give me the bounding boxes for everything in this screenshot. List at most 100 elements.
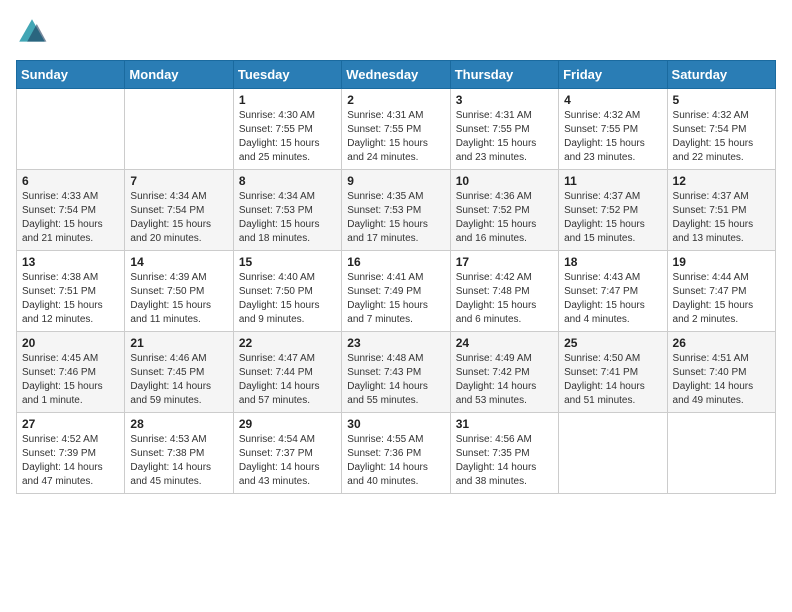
day-info: Sunrise: 4:43 AM Sunset: 7:47 PM Dayligh…: [564, 271, 661, 327]
day-number: 27: [22, 417, 119, 431]
page-header: [16, 16, 776, 48]
day-cell: 8 Sunrise: 4:34 AM Sunset: 7:53 PM Daylig…: [233, 170, 341, 251]
day-number: 22: [239, 336, 336, 350]
day-cell: 27 Sunrise: 4:52 AM Sunset: 7:39 PM Dayli…: [17, 413, 125, 494]
day-cell: 31 Sunrise: 4:56 AM Sunset: 7:35 PM Dayli…: [450, 413, 558, 494]
day-info: Sunrise: 4:52 AM Sunset: 7:39 PM Dayligh…: [22, 433, 119, 489]
day-cell: 9 Sunrise: 4:35 AM Sunset: 7:53 PM Daylig…: [342, 170, 450, 251]
day-cell: 13 Sunrise: 4:38 AM Sunset: 7:51 PM Dayli…: [17, 251, 125, 332]
day-number: 8: [239, 174, 336, 188]
day-cell: 28Sunrise: 4:53 AM Sunset: 7:38 PM Dayli…: [125, 413, 233, 494]
day-cell: 26 Sunrise: 4:51 AM Sunset: 7:40 PM Dayli…: [667, 332, 775, 413]
header-tuesday: Tuesday: [233, 61, 341, 89]
day-info: Sunrise: 4:42 AM Sunset: 7:48 PM Dayligh…: [456, 271, 553, 327]
day-cell: 1Sunrise: 4:30 AM Sunset: 7:55 PM Daylig…: [233, 89, 341, 170]
day-info: Sunrise: 4:36 AM Sunset: 7:52 PM Dayligh…: [456, 190, 553, 246]
day-cell: [125, 89, 233, 170]
day-info: Sunrise: 4:56 AM Sunset: 7:35 PM Dayligh…: [456, 433, 553, 489]
day-cell: 15 Sunrise: 4:40 AM Sunset: 7:50 PM Dayli…: [233, 251, 341, 332]
day-cell: 11 Sunrise: 4:37 AM Sunset: 7:52 PM Dayli…: [559, 170, 667, 251]
day-cell: 17Sunrise: 4:42 AM Sunset: 7:48 PM Dayli…: [450, 251, 558, 332]
day-info: Sunrise: 4:48 AM Sunset: 7:43 PM Dayligh…: [347, 352, 444, 408]
day-number: 16: [347, 255, 444, 269]
calendar: SundayMondayTuesdayWednesdayThursdayFrid…: [16, 60, 776, 494]
day-info: Sunrise: 4:50 AM Sunset: 7:41 PM Dayligh…: [564, 352, 661, 408]
week-row-5: 27 Sunrise: 4:52 AM Sunset: 7:39 PM Dayli…: [17, 413, 776, 494]
day-cell: 2 Sunrise: 4:31 AM Sunset: 7:55 PM Daylig…: [342, 89, 450, 170]
day-number: 31: [456, 417, 553, 431]
day-info: Sunrise: 4:55 AM Sunset: 7:36 PM Dayligh…: [347, 433, 444, 489]
day-number: 5: [673, 93, 770, 107]
day-cell: 18 Sunrise: 4:43 AM Sunset: 7:47 PM Dayli…: [559, 251, 667, 332]
day-number: 4: [564, 93, 661, 107]
day-number: 21: [130, 336, 227, 350]
day-info: Sunrise: 4:41 AM Sunset: 7:49 PM Dayligh…: [347, 271, 444, 327]
day-number: 28: [130, 417, 227, 431]
day-number: 6: [22, 174, 119, 188]
day-number: 18: [564, 255, 661, 269]
day-number: 26: [673, 336, 770, 350]
week-row-2: 6 Sunrise: 4:33 AM Sunset: 7:54 PM Daylig…: [17, 170, 776, 251]
day-number: 29: [239, 417, 336, 431]
day-number: 11: [564, 174, 661, 188]
day-info: Sunrise: 4:34 AM Sunset: 7:53 PM Dayligh…: [239, 190, 336, 246]
day-info: Sunrise: 4:49 AM Sunset: 7:42 PM Dayligh…: [456, 352, 553, 408]
day-info: Sunrise: 4:44 AM Sunset: 7:47 PM Dayligh…: [673, 271, 770, 327]
day-info: Sunrise: 4:34 AM Sunset: 7:54 PM Dayligh…: [130, 190, 227, 246]
day-cell: 16 Sunrise: 4:41 AM Sunset: 7:49 PM Dayli…: [342, 251, 450, 332]
day-info: Sunrise: 4:38 AM Sunset: 7:51 PM Dayligh…: [22, 271, 119, 327]
logo-icon: [16, 16, 48, 48]
day-info: Sunrise: 4:39 AM Sunset: 7:50 PM Dayligh…: [130, 271, 227, 327]
day-number: 19: [673, 255, 770, 269]
header-sunday: Sunday: [17, 61, 125, 89]
day-number: 30: [347, 417, 444, 431]
day-info: Sunrise: 4:31 AM Sunset: 7:55 PM Dayligh…: [347, 109, 444, 165]
day-cell: 4 Sunrise: 4:32 AM Sunset: 7:55 PM Daylig…: [559, 89, 667, 170]
week-row-1: 1Sunrise: 4:30 AM Sunset: 7:55 PM Daylig…: [17, 89, 776, 170]
day-cell: 30 Sunrise: 4:55 AM Sunset: 7:36 PM Dayli…: [342, 413, 450, 494]
day-cell: 14 Sunrise: 4:39 AM Sunset: 7:50 PM Dayli…: [125, 251, 233, 332]
day-cell: [17, 89, 125, 170]
header-saturday: Saturday: [667, 61, 775, 89]
day-cell: [559, 413, 667, 494]
week-row-4: 20 Sunrise: 4:45 AM Sunset: 7:46 PM Dayli…: [17, 332, 776, 413]
day-cell: 5 Sunrise: 4:32 AM Sunset: 7:54 PM Daylig…: [667, 89, 775, 170]
day-number: 13: [22, 255, 119, 269]
header-wednesday: Wednesday: [342, 61, 450, 89]
day-cell: 10 Sunrise: 4:36 AM Sunset: 7:52 PM Dayli…: [450, 170, 558, 251]
day-number: 20: [22, 336, 119, 350]
day-info: Sunrise: 4:45 AM Sunset: 7:46 PM Dayligh…: [22, 352, 119, 408]
header-monday: Monday: [125, 61, 233, 89]
day-cell: 7Sunrise: 4:34 AM Sunset: 7:54 PM Daylig…: [125, 170, 233, 251]
day-info: Sunrise: 4:33 AM Sunset: 7:54 PM Dayligh…: [22, 190, 119, 246]
day-number: 24: [456, 336, 553, 350]
day-number: 9: [347, 174, 444, 188]
day-cell: 19 Sunrise: 4:44 AM Sunset: 7:47 PM Dayli…: [667, 251, 775, 332]
day-info: Sunrise: 4:37 AM Sunset: 7:51 PM Dayligh…: [673, 190, 770, 246]
header-friday: Friday: [559, 61, 667, 89]
day-info: Sunrise: 4:32 AM Sunset: 7:54 PM Dayligh…: [673, 109, 770, 165]
day-number: 10: [456, 174, 553, 188]
day-cell: 6 Sunrise: 4:33 AM Sunset: 7:54 PM Daylig…: [17, 170, 125, 251]
day-cell: 20 Sunrise: 4:45 AM Sunset: 7:46 PM Dayli…: [17, 332, 125, 413]
logo: [16, 16, 52, 48]
week-row-3: 13 Sunrise: 4:38 AM Sunset: 7:51 PM Dayli…: [17, 251, 776, 332]
day-number: 3: [456, 93, 553, 107]
day-info: Sunrise: 4:54 AM Sunset: 7:37 PM Dayligh…: [239, 433, 336, 489]
day-number: 25: [564, 336, 661, 350]
day-info: Sunrise: 4:40 AM Sunset: 7:50 PM Dayligh…: [239, 271, 336, 327]
day-info: Sunrise: 4:30 AM Sunset: 7:55 PM Dayligh…: [239, 109, 336, 165]
day-number: 23: [347, 336, 444, 350]
day-info: Sunrise: 4:32 AM Sunset: 7:55 PM Dayligh…: [564, 109, 661, 165]
day-cell: 29 Sunrise: 4:54 AM Sunset: 7:37 PM Dayli…: [233, 413, 341, 494]
day-info: Sunrise: 4:35 AM Sunset: 7:53 PM Dayligh…: [347, 190, 444, 246]
day-number: 2: [347, 93, 444, 107]
calendar-header-row: SundayMondayTuesdayWednesdayThursdayFrid…: [17, 61, 776, 89]
day-number: 15: [239, 255, 336, 269]
day-number: 14: [130, 255, 227, 269]
day-info: Sunrise: 4:51 AM Sunset: 7:40 PM Dayligh…: [673, 352, 770, 408]
day-info: Sunrise: 4:37 AM Sunset: 7:52 PM Dayligh…: [564, 190, 661, 246]
day-cell: 3Sunrise: 4:31 AM Sunset: 7:55 PM Daylig…: [450, 89, 558, 170]
day-cell: 25 Sunrise: 4:50 AM Sunset: 7:41 PM Dayli…: [559, 332, 667, 413]
day-cell: 12Sunrise: 4:37 AM Sunset: 7:51 PM Dayli…: [667, 170, 775, 251]
